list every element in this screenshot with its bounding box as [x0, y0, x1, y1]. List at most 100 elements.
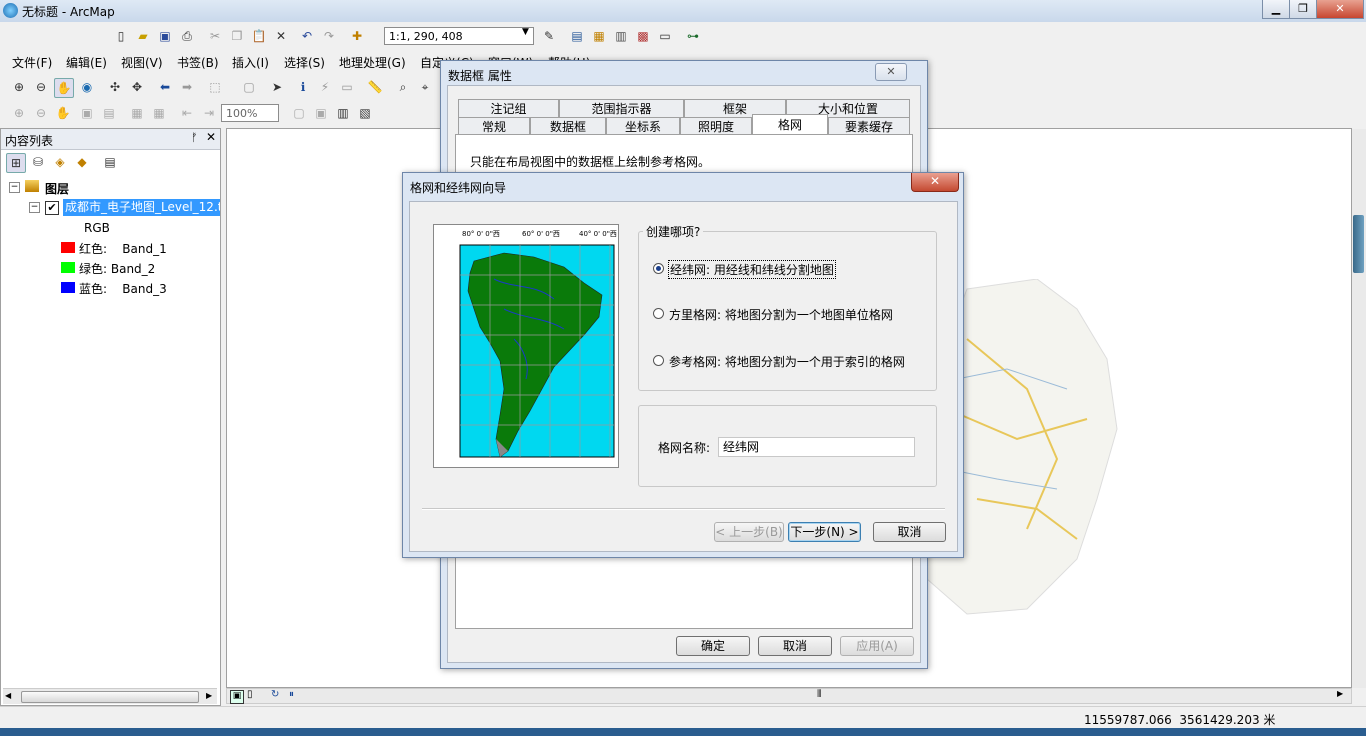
map-vertical-scrollbar[interactable] — [1352, 129, 1366, 688]
layout-back-icon[interactable]: ⇤ — [178, 104, 196, 122]
print-icon[interactable]: ⎙ — [178, 27, 196, 45]
list-by-source-icon[interactable]: ⛁ — [29, 153, 47, 171]
wizard-close-button[interactable]: ✕ — [911, 173, 959, 192]
menu-edit[interactable]: 编辑(E) — [66, 54, 107, 71]
redo-icon[interactable]: ↷ — [320, 27, 338, 45]
reference-grid-option-label[interactable]: 参考格网: 将地图分割为一个用于索引的格网 — [669, 353, 905, 370]
editor-icon[interactable]: ✎ — [540, 27, 558, 45]
pin-icon[interactable]: ᚠ — [191, 131, 198, 144]
close-button[interactable]: ✕ — [1316, 0, 1364, 19]
data-frame-close-button[interactable]: ✕ — [875, 63, 907, 81]
menu-view[interactable]: 视图(V) — [121, 54, 163, 71]
add-data-icon[interactable]: ✚ — [348, 27, 366, 45]
next-button[interactable]: 下一步(N) > — [788, 522, 861, 542]
toc-window-icon[interactable]: ▤ — [568, 27, 586, 45]
zoom-whole-page-icon[interactable]: ▣ — [78, 104, 96, 122]
undo-icon[interactable]: ↶ — [298, 27, 316, 45]
layout-zoom-out-icon[interactable]: ⊖ — [32, 104, 50, 122]
layout-fixed-zoom-out-icon[interactable]: ▦ — [150, 104, 168, 122]
list-by-drawing-order-icon[interactable]: ⊞ — [6, 153, 26, 173]
toc-horizontal-scrollbar[interactable]: ◀ ▶ — [3, 688, 217, 704]
go-to-xy-icon[interactable]: ⌖ — [416, 78, 434, 96]
fixed-zoom-out-icon[interactable]: ✥ — [128, 78, 146, 96]
menu-file[interactable]: 文件(F) — [12, 54, 52, 71]
tab-annotation-groups[interactable]: 注记组 — [458, 99, 559, 117]
grid-name-input[interactable]: 经纬网 — [718, 437, 915, 457]
minimize-button[interactable]: ▁ — [1262, 0, 1290, 19]
clear-selection-icon[interactable]: ▢ — [240, 78, 258, 96]
data-driven-pages-icon[interactable]: ▧ — [356, 104, 374, 122]
tab-feature-cache[interactable]: 要素缓存 — [828, 117, 910, 135]
tab-data-frame[interactable]: 数据框 — [530, 117, 606, 135]
arctoolbox-icon[interactable]: ▩ — [634, 27, 652, 45]
graticule-radio[interactable] — [653, 263, 664, 274]
toggle-draft-icon[interactable]: ▢ — [290, 104, 308, 122]
dataframe-cancel-button[interactable]: 取消 — [758, 636, 832, 656]
modelbuilder-icon[interactable]: ⊶ — [684, 27, 702, 45]
layout-pan-icon[interactable]: ✋ — [54, 104, 72, 122]
menu-selection[interactable]: 选择(S) — [284, 54, 325, 71]
change-layout-icon[interactable]: ▥ — [334, 104, 352, 122]
map-hscroll-grip[interactable]: ⦀ — [817, 689, 821, 700]
layer-name[interactable]: 成都市_电子地图_Level_12.tif — [63, 199, 220, 216]
open-icon[interactable]: ▰ — [134, 27, 152, 45]
apply-button[interactable]: 应用(A) — [840, 636, 914, 656]
map-scroll-right-icon[interactable]: ▶ — [1337, 689, 1343, 698]
select-features-icon[interactable]: ⬚ — [206, 78, 224, 96]
zoom-out-icon[interactable]: ⊖ — [32, 78, 50, 96]
menu-geoprocessing[interactable]: 地理处理(G) — [339, 54, 406, 71]
html-popup-icon[interactable]: ▭ — [338, 78, 356, 96]
forward-extent-icon[interactable]: ➡ — [178, 78, 196, 96]
layout-view-icon[interactable]: ▯ — [247, 689, 253, 700]
delete-icon[interactable]: ✕ — [272, 27, 290, 45]
tab-illumination[interactable]: 照明度 — [680, 117, 752, 135]
back-button[interactable]: < 上一步(B) — [714, 522, 784, 542]
wizard-cancel-button[interactable]: 取消 — [873, 522, 946, 542]
new-icon[interactable]: ▯ — [112, 27, 130, 45]
full-extent-icon[interactable]: ◉ — [78, 78, 96, 96]
collapse-layer-icon[interactable]: − — [29, 202, 40, 213]
identify-icon[interactable]: ℹ — [294, 78, 312, 96]
focus-data-frame-icon[interactable]: ▣ — [312, 104, 330, 122]
chevron-down-icon[interactable]: ▼ — [522, 27, 529, 37]
menu-bookmarks[interactable]: 书签(B) — [177, 54, 219, 71]
scale-combo[interactable]: 1:1, 290, 408 — [384, 27, 534, 45]
cut-icon[interactable]: ✂ — [206, 27, 224, 45]
layout-fixed-zoom-in-icon[interactable]: ▦ — [128, 104, 146, 122]
back-extent-icon[interactable]: ⬅ — [156, 78, 174, 96]
measured-grid-radio[interactable] — [653, 308, 664, 319]
pause-drawing-icon[interactable]: ⏸ — [289, 689, 294, 700]
toc-options-icon[interactable]: ▤ — [101, 153, 119, 171]
ok-button[interactable]: 确定 — [676, 636, 750, 656]
layer-visibility-checkbox[interactable]: ✔ — [45, 201, 59, 215]
catalog-icon[interactable]: ▦ — [590, 27, 608, 45]
refresh-icon[interactable]: ↻ — [271, 689, 279, 700]
data-view-icon[interactable]: ▣ — [230, 690, 244, 704]
tab-extent-indicators[interactable]: 范围指示器 — [559, 99, 684, 117]
tab-general[interactable]: 常规 — [458, 117, 530, 135]
paste-icon[interactable]: 📋 — [250, 27, 268, 45]
layout-zoom-combo[interactable]: 100% — [221, 104, 279, 122]
scroll-right-icon[interactable]: ▶ — [206, 691, 212, 700]
search-window-icon[interactable]: ▥ — [612, 27, 630, 45]
hyperlink-icon[interactable]: ⚡ — [316, 78, 334, 96]
layout-zoom-in-icon[interactable]: ⊕ — [10, 104, 28, 122]
toc-scroll-thumb[interactable] — [21, 691, 199, 703]
pan-icon[interactable]: ✋ — [54, 78, 74, 98]
find-icon[interactable]: ⌕ — [394, 78, 412, 96]
menu-insert[interactable]: 插入(I) — [232, 54, 269, 71]
select-elements-icon[interactable]: ➤ — [268, 78, 286, 96]
map-vscroll-thumb[interactable] — [1353, 215, 1364, 273]
zoom-in-icon[interactable]: ⊕ — [10, 78, 28, 96]
reference-grid-radio[interactable] — [653, 355, 664, 366]
list-by-selection-icon[interactable]: ◆ — [73, 153, 91, 171]
maximize-button[interactable]: ❐ — [1289, 0, 1317, 19]
scroll-left-icon[interactable]: ◀ — [5, 691, 11, 700]
collapse-layers-icon[interactable]: − — [9, 182, 20, 193]
zoom-100-icon[interactable]: ▤ — [100, 104, 118, 122]
measured-grid-option-label[interactable]: 方里格网: 将地图分割为一个地图单位格网 — [669, 306, 893, 323]
tab-grids[interactable]: 格网 — [752, 114, 828, 136]
toc-close-icon[interactable]: ✕ — [206, 130, 216, 144]
layout-forward-icon[interactable]: ⇥ — [200, 104, 218, 122]
list-by-visibility-icon[interactable]: ◈ — [51, 153, 69, 171]
